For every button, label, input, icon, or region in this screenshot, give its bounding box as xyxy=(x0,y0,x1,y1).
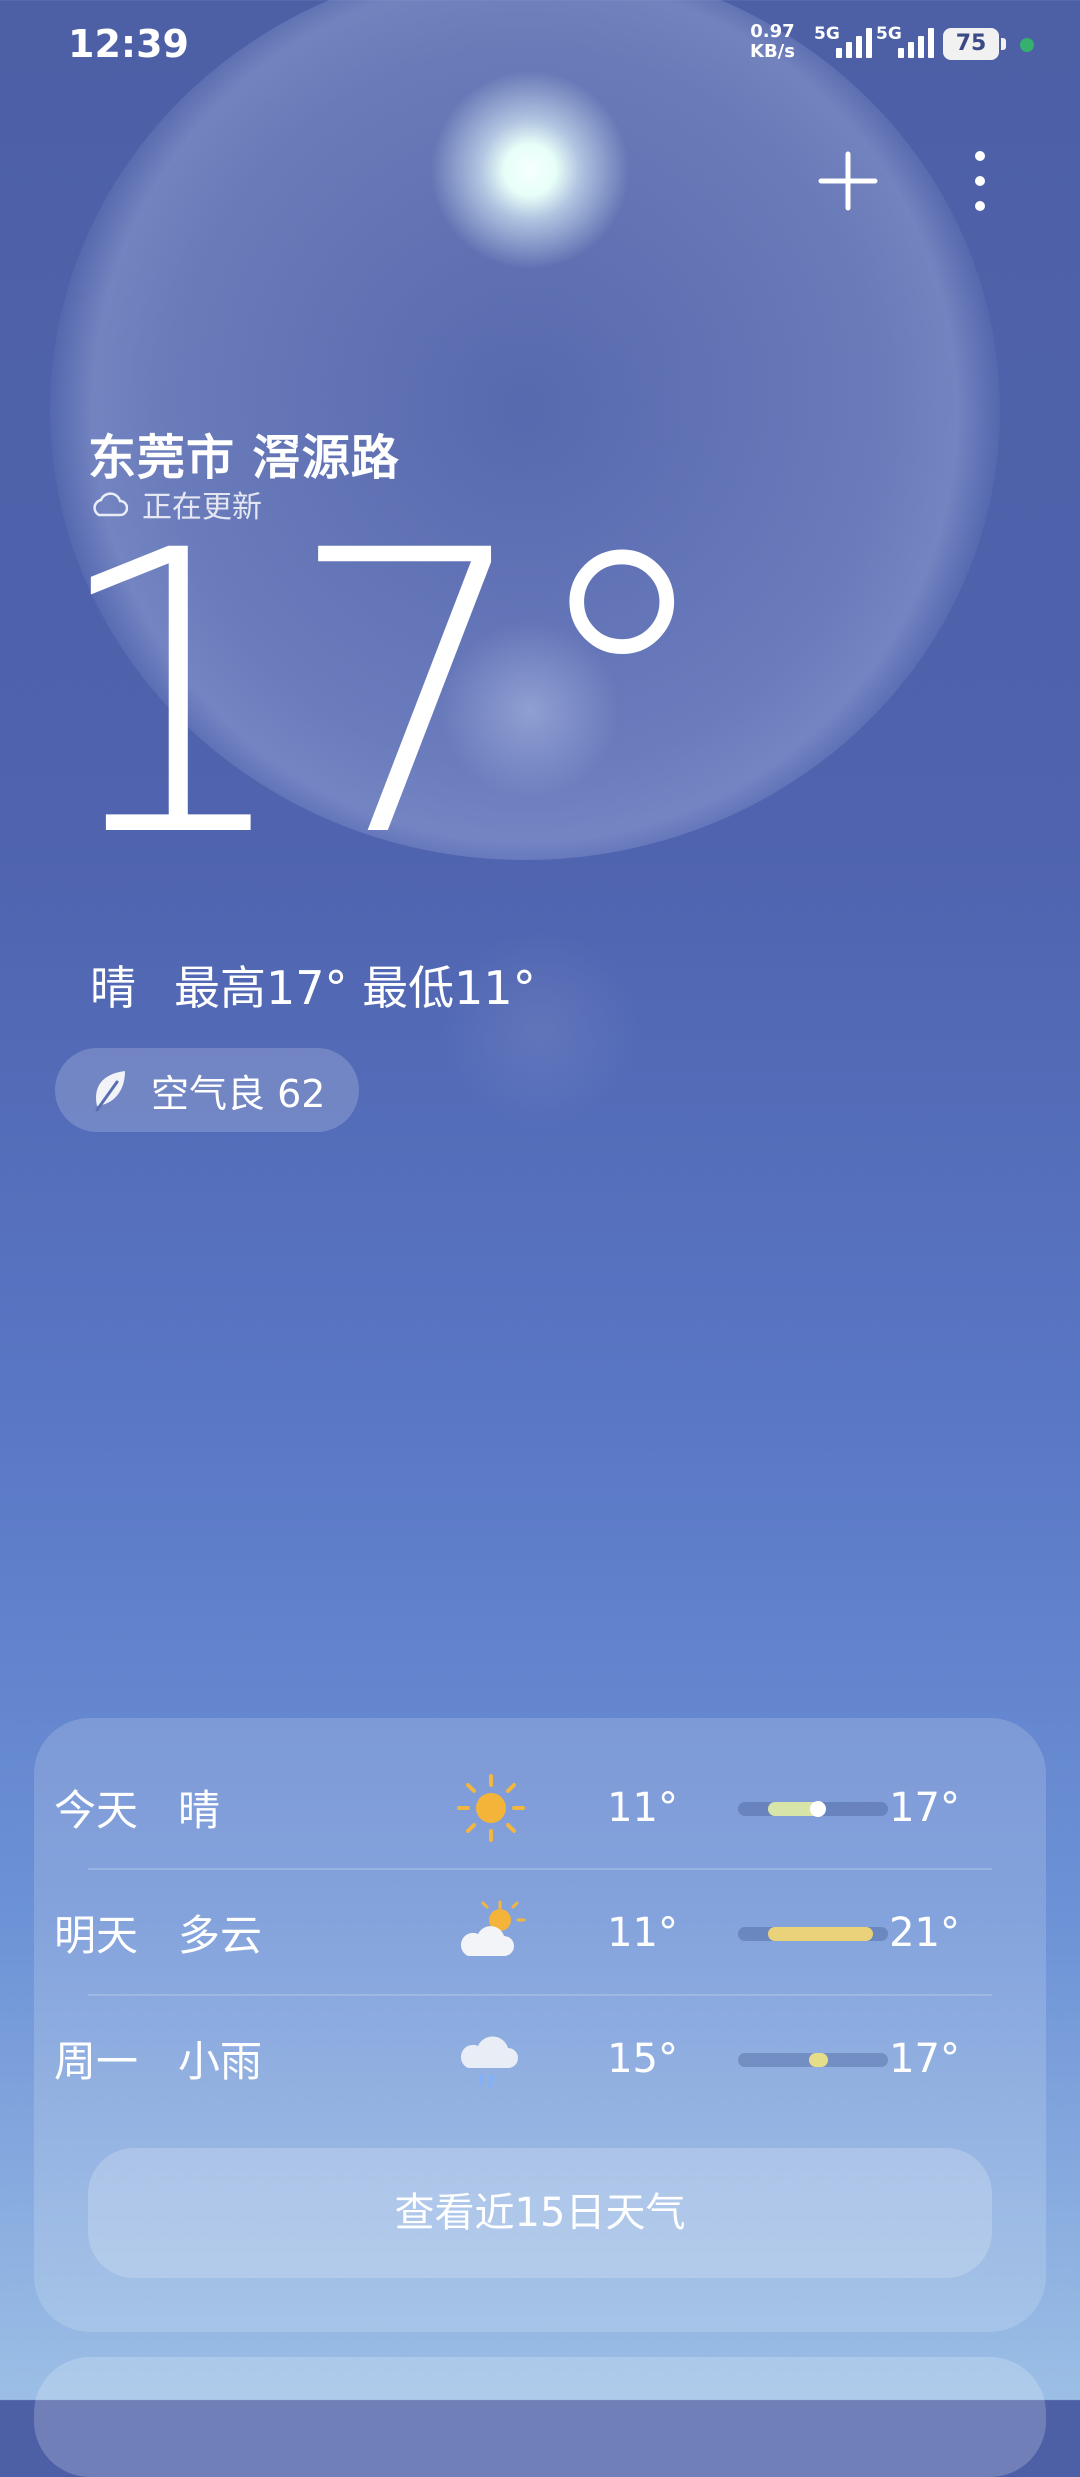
forecast-high: 17° xyxy=(889,2035,960,2082)
privacy-indicator-dot xyxy=(1020,38,1034,52)
air-quality-chip[interactable]: 空气良 62 xyxy=(55,1048,359,1132)
status-bar: 12:39 0.97 KB/s 5G 5G 75 xyxy=(0,0,1080,90)
forecast-condition: 晴 xyxy=(178,1786,221,1835)
forecast-row[interactable]: 周一 小雨 15° 17° xyxy=(54,1996,960,2121)
forecast-low: 11° xyxy=(607,1784,678,1831)
sun-icon xyxy=(457,1774,525,1842)
partly-cloudy-icon xyxy=(460,1900,526,1956)
network-speed-unit: KB/s xyxy=(750,41,795,62)
battery-indicator: 75 xyxy=(943,28,1006,60)
forecast-low: 11° xyxy=(607,1909,678,1956)
forecast-day: 周一 xyxy=(54,2037,139,2086)
forecast-condition: 多云 xyxy=(178,1911,263,1960)
temperature-range-fill xyxy=(768,1927,873,1941)
forecast-high: 21° xyxy=(889,1909,960,1956)
temperature-range-bar xyxy=(738,1927,888,1941)
forecast-day: 今天 xyxy=(54,1786,139,1835)
more-menu-button[interactable] xyxy=(960,148,1000,214)
signal-bars-icon xyxy=(836,28,872,58)
view-15-day-forecast-button[interactable]: 查看近15日天气 xyxy=(88,2148,992,2278)
forecast-row[interactable]: 明天 多云 11° 21° xyxy=(54,1870,960,1995)
temperature-range-fill xyxy=(808,2053,828,2067)
light-rain-icon xyxy=(460,2036,518,2088)
status-time: 12:39 xyxy=(68,22,189,66)
temperature-range-bar xyxy=(738,2053,888,2067)
weather-summary: 晴 最高17° 最低11° xyxy=(90,952,536,1018)
high-low-temperature: 最高17° 最低11° xyxy=(174,961,536,1015)
forecast-row[interactable]: 今天 晴 11° 17° xyxy=(54,1745,960,1870)
air-quality-text: 空气良 62 xyxy=(151,1071,326,1116)
current-temperature-marker xyxy=(809,1801,826,1817)
more-vertical-icon xyxy=(975,151,985,211)
forecast-condition: 小雨 xyxy=(178,2037,263,2086)
current-condition: 晴 xyxy=(90,961,136,1015)
temperature-range-bar xyxy=(738,1801,888,1817)
forecast-day: 明天 xyxy=(54,1911,139,1960)
leaf-icon xyxy=(95,1071,125,1112)
sun-glow xyxy=(430,70,630,270)
next-card-preview xyxy=(34,2357,1046,2477)
network-speed: 0.97 KB/s xyxy=(750,22,795,62)
forecast-low: 15° xyxy=(607,2035,678,2082)
add-city-button[interactable] xyxy=(815,148,881,214)
forecast-high: 17° xyxy=(889,1784,960,1831)
network-speed-value: 0.97 xyxy=(750,21,795,42)
current-temperature: 17° xyxy=(48,468,719,922)
plus-icon xyxy=(818,151,878,211)
signal-bars-icon xyxy=(898,28,934,58)
